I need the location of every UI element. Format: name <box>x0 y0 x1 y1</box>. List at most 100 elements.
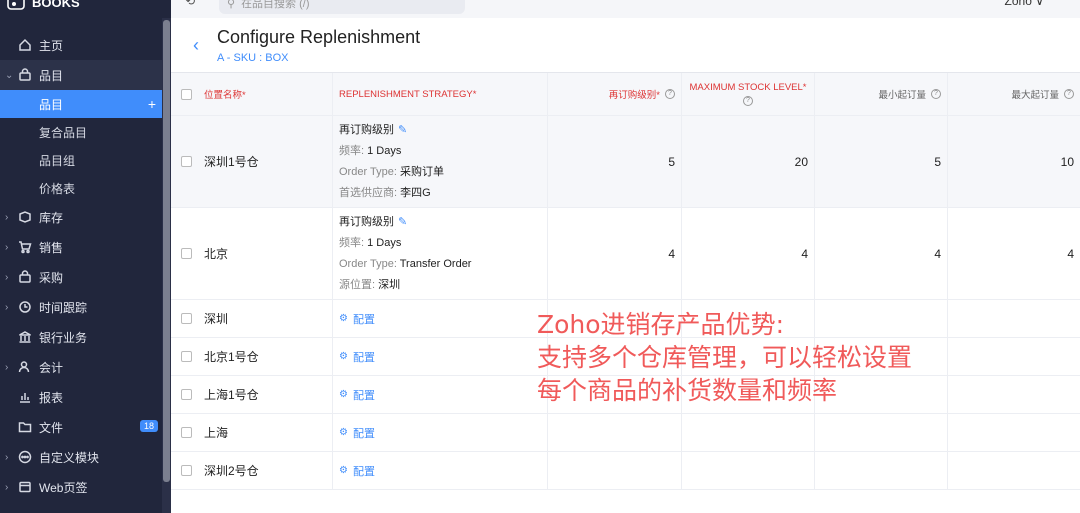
org-switcher[interactable]: Zoho ∨ <box>1005 0 1044 8</box>
table-header: 位置名称* REPLENISHMENT STRATEGY* 再订购级别*? MA… <box>171 72 1080 116</box>
folder-icon <box>17 419 33 435</box>
configure-label: 配置 <box>352 465 375 478</box>
sidebar-item-documents[interactable]: 文件 18 <box>0 412 162 442</box>
sidebar-item-accounting[interactable]: › 会计 <box>0 352 162 382</box>
sidebar-item-label: 库存 <box>39 210 64 225</box>
configure-link[interactable]: ⚙ 配置 <box>333 452 548 489</box>
help-icon[interactable]: ? <box>743 96 753 106</box>
sidebar-item-home[interactable]: 主页 <box>0 30 162 60</box>
sidebar-item-label: Web页签 <box>39 480 88 495</box>
sidebar-subitem-items[interactable]: 品目 + <box>0 90 162 118</box>
sidebar-subitem-label: 价格表 <box>39 181 76 196</box>
sidebar-item-label: 时间跟踪 <box>39 300 88 315</box>
replenishment-table: 位置名称* REPLENISHMENT STRATEGY* 再订购级别*? MA… <box>171 72 1080 490</box>
table-row: 上海 ⚙ 配置 <box>171 414 1080 452</box>
configure-label: 配置 <box>352 427 375 440</box>
history-icon[interactable]: ⟲ <box>185 0 195 8</box>
sidebar-item-sales[interactable]: › 销售 <box>0 232 162 262</box>
row-checkbox[interactable] <box>181 426 192 438</box>
configure-link[interactable]: ⚙ 配置 <box>333 338 548 375</box>
sidebar-subitem-label: 品目 <box>39 97 64 112</box>
sidebar-item-label: 销售 <box>39 240 64 255</box>
location-name: 上海 <box>204 426 229 440</box>
help-icon[interactable]: ? <box>665 89 675 99</box>
gear-icon: ⚙ <box>339 427 348 438</box>
table-row: 深圳1号仓 再订购级别 ✎ 频率: 1 Days Order Type: 采购订单… <box>171 116 1080 208</box>
top-bar: ⟲ ⚲ 在品目搜索 (/) Zoho ∨ <box>171 0 1080 18</box>
edit-pencil-icon[interactable]: ✎ <box>398 124 407 136</box>
source-value: 李四G <box>400 186 431 199</box>
row-checkbox[interactable] <box>181 388 192 400</box>
sidebar-scrollbar-thumb[interactable] <box>163 20 170 482</box>
source-value: 深圳 <box>378 278 401 291</box>
chevron-right-icon: › <box>5 301 9 313</box>
sidebar-item-label: 文件 <box>39 420 64 435</box>
chevron-down-icon: ⌄ <box>5 69 14 81</box>
page-header: ‹ Configure Replenishment A - SKU : BOX <box>171 18 1080 72</box>
home-icon <box>17 37 33 53</box>
sidebar-item-items[interactable]: ⌄ 品目 <box>0 60 162 90</box>
sidebar-item-reports[interactable]: 报表 <box>0 382 162 412</box>
sidebar-item-label: 自定义模块 <box>39 450 100 465</box>
sidebar-item-label: 银行业务 <box>39 330 88 345</box>
sidebar-subitem-item-groups[interactable]: 品目组 <box>0 146 162 174</box>
row-checkbox[interactable] <box>181 155 192 167</box>
header-strategy: REPLENISHMENT STRATEGY* <box>339 88 477 100</box>
sidebar-item-label: 会计 <box>39 360 64 375</box>
location-name: 北京 <box>204 247 229 261</box>
sidebar-nav: 主页 ⌄ 品目 品目 + 复合品目 品目组 价格表 › 库存 › 销售 › 采购 <box>0 30 162 502</box>
header-max-order: 最大起订量 <box>1011 90 1059 101</box>
max-stock-value: 4 <box>682 208 815 299</box>
gear-icon: ⚙ <box>339 389 348 400</box>
page-subtitle[interactable]: A - SKU : BOX <box>217 52 289 64</box>
configure-link[interactable]: ⚙ 配置 <box>333 414 548 451</box>
row-checkbox[interactable] <box>181 350 192 362</box>
source-label: 源位置: <box>339 278 376 291</box>
row-checkbox[interactable] <box>181 312 192 324</box>
documents-count-badge: 18 <box>139 420 158 432</box>
sidebar-item-web-tabs[interactable]: › Web页签 <box>0 472 162 502</box>
max-order-value: 10 <box>1060 154 1074 169</box>
sidebar-subitem-composite-items[interactable]: 复合品目 <box>0 118 162 146</box>
books-logo-icon <box>7 0 25 10</box>
row-checkbox[interactable] <box>181 247 192 259</box>
add-icon[interactable]: + <box>148 96 156 112</box>
reorder-level-value: 4 <box>548 208 682 299</box>
sidebar-item-custom-modules[interactable]: › 自定义模块 <box>0 442 162 472</box>
edit-pencil-icon[interactable]: ✎ <box>398 216 407 228</box>
gear-icon: ⚙ <box>339 465 348 476</box>
configure-link[interactable]: ⚙ 配置 <box>333 300 548 337</box>
frequency-label: 频率: <box>339 236 365 249</box>
location-name: 深圳 <box>204 312 229 326</box>
bank-icon <box>17 329 33 345</box>
promo-overlay-text: Zoho进销存产品优势: 支持多个仓库管理，可以轻松设置 每个商品的补货数量和频… <box>537 310 913 405</box>
help-icon[interactable]: ? <box>1064 89 1074 99</box>
sidebar-item-label: 主页 <box>39 38 64 53</box>
header-location: 位置名称* <box>204 90 246 101</box>
app-brand[interactable]: BOOKS <box>0 0 80 12</box>
strategy-cell: 再订购级别 ✎ 频率: 1 Days Order Type: 采购订单 首选供应商… <box>333 116 548 207</box>
select-all-checkbox[interactable] <box>181 89 192 100</box>
sidebar-item-banking[interactable]: 银行业务 <box>0 322 162 352</box>
header-min-order: 最小起订量 <box>878 90 926 101</box>
sidebar-subitem-label: 品目组 <box>39 153 76 168</box>
row-checkbox[interactable] <box>181 464 192 476</box>
min-order-value: 5 <box>815 116 948 207</box>
gear-icon: ⚙ <box>339 313 348 324</box>
sidebar-item-purchases[interactable]: › 采购 <box>0 262 162 292</box>
bag-icon <box>17 269 33 285</box>
help-icon[interactable]: ? <box>931 89 941 99</box>
order-type-label: Order Type: <box>339 257 397 270</box>
reorder-level-value: 5 <box>548 116 682 207</box>
sidebar-item-time-tracking[interactable]: › 时间跟踪 <box>0 292 162 322</box>
sidebar-subitem-price-lists[interactable]: 价格表 <box>0 174 162 202</box>
strategy-title: 再订购级别 <box>339 215 394 228</box>
sidebar-item-inventory[interactable]: › 库存 <box>0 202 162 232</box>
web-icon <box>17 479 33 495</box>
search-input[interactable]: ⚲ 在品目搜索 (/) <box>219 0 465 14</box>
page-title: Configure Replenishment <box>217 27 421 47</box>
back-chevron-icon[interactable]: ‹ <box>193 35 199 56</box>
configure-link[interactable]: ⚙ 配置 <box>333 376 548 413</box>
source-label: 首选供应商: <box>339 186 398 199</box>
strategy-cell: 再订购级别 ✎ 频率: 1 Days Order Type: Transfer O… <box>333 208 548 299</box>
